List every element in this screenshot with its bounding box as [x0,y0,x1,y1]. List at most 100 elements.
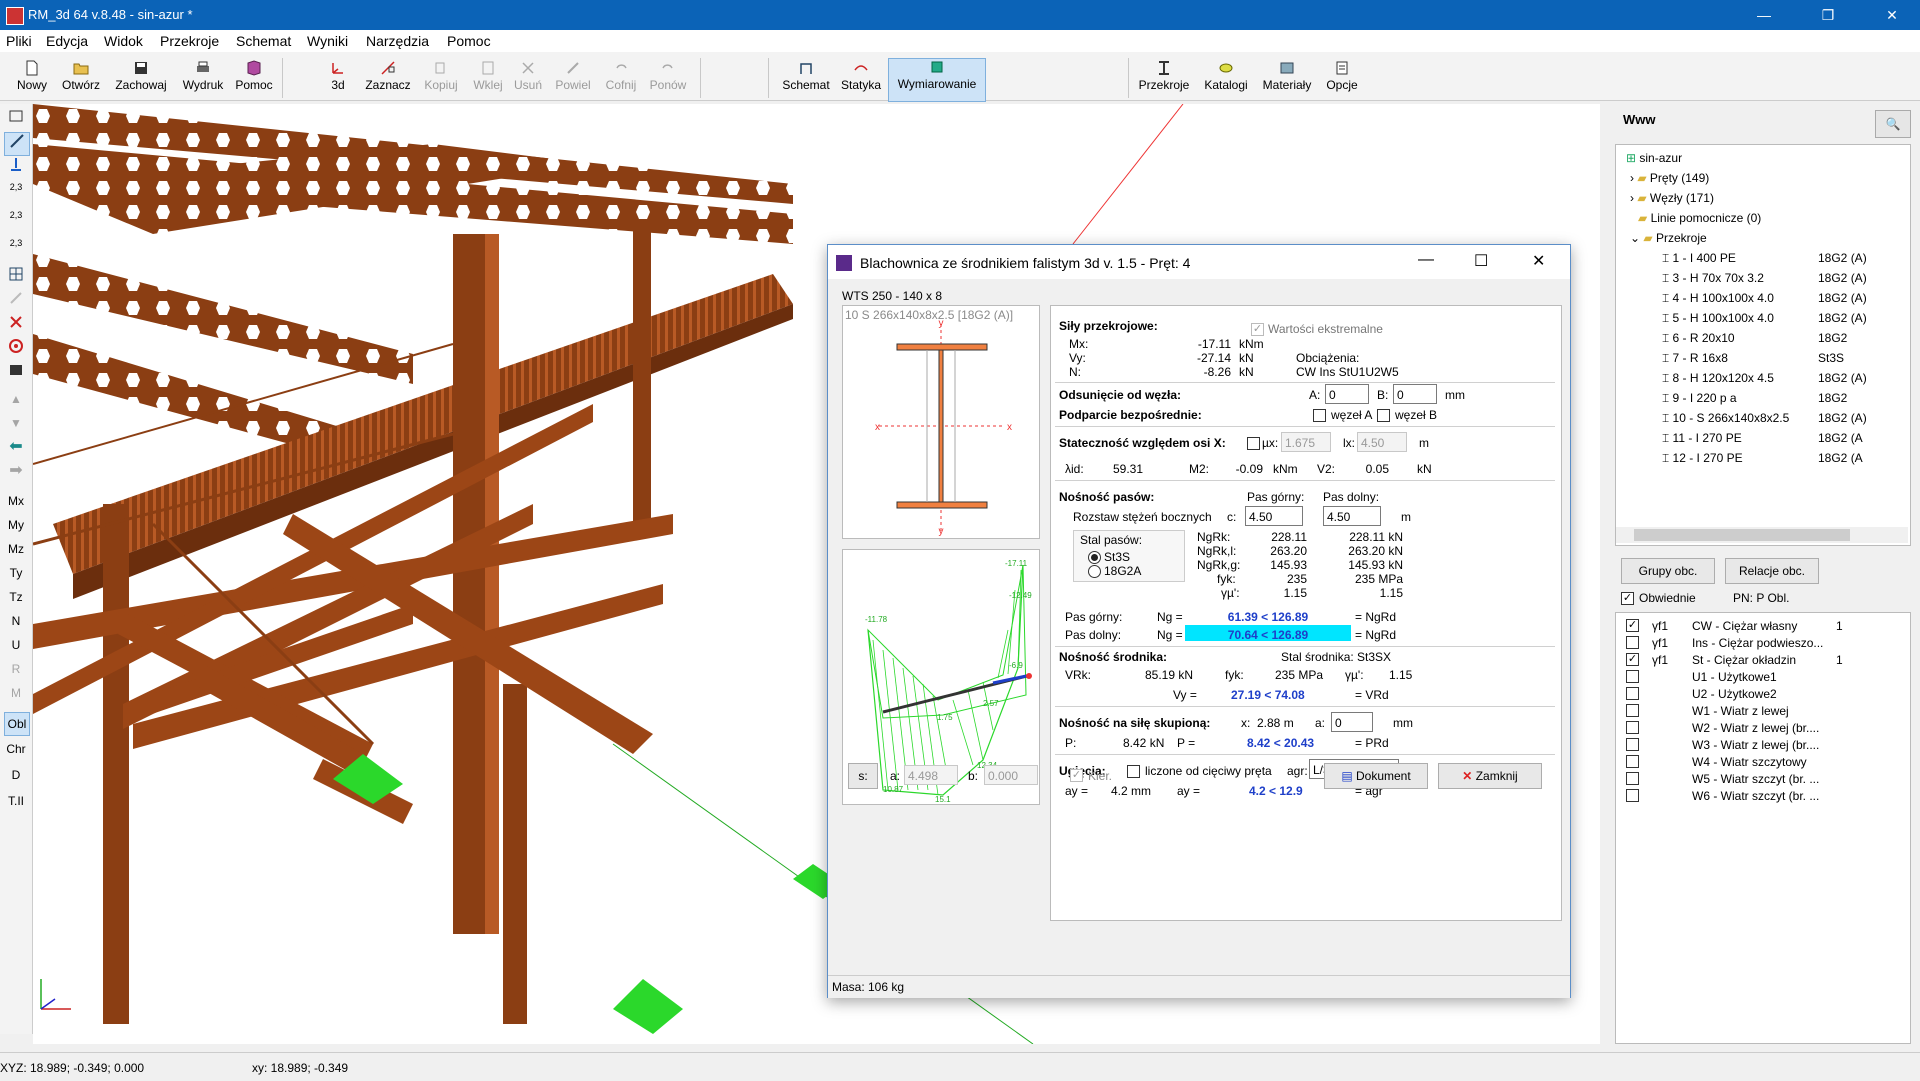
tree-item-sections[interactable]: ⌄ ▰ Przekroje [1630,231,1707,245]
menu-pliki[interactable]: Pliki [6,33,32,49]
tree-section-item[interactable]: ⌶ 12 - I 270 PE 18G2 (A [1662,451,1908,466]
tree-section-item[interactable]: ⌶ 10 - S 266x140x8x2.5 18G2 (A) [1662,411,1908,426]
tree-item-nodes[interactable]: › ▰ Węzły (171) [1630,191,1714,205]
forward-tool[interactable]: ➡ [4,460,28,482]
load-case-checkbox[interactable] [1626,704,1639,717]
st3s-radio[interactable] [1088,551,1101,564]
przekroje-button[interactable]: Przekroje [1136,60,1192,100]
paste-button[interactable]: Wklej [470,60,506,100]
tool-d[interactable]: D [4,764,28,786]
force-a-input[interactable]: 0 [1331,712,1373,732]
delete-node-tool[interactable] [4,314,28,336]
undo-button[interactable]: Cofnij [602,60,640,100]
help-button[interactable]: Pomoc [232,60,276,100]
close-button[interactable]: ✕ [1864,0,1920,30]
open-button[interactable]: Otwórz [58,60,104,100]
mu-checkbox[interactable] [1247,437,1260,450]
tool-tz[interactable]: Tz [4,586,28,608]
load-relations-button[interactable]: Relacje obc. [1725,558,1819,584]
move-down-tool[interactable]: ▼ [4,412,28,434]
calc-tool[interactable] [4,362,28,384]
envelope-checkbox[interactable]: ✓ [1621,592,1634,605]
tool-m[interactable]: M [4,682,28,704]
menu-schemat[interactable]: Schemat [236,33,291,49]
move-up-tool[interactable]: ▲ [4,388,28,410]
new-button[interactable]: Nowy [10,60,54,100]
node-a-checkbox[interactable] [1313,409,1326,422]
view-3d-button[interactable]: 3d [322,60,354,100]
tool-u[interactable]: U [4,634,28,656]
tree-section-item[interactable]: ⌶ 5 - H 100x100x 4.0 18G2 (A) [1662,311,1908,326]
opcje-button[interactable]: Opcje [1322,60,1362,100]
tree-section-item[interactable]: ⌶ 6 - R 20x10 18G2 [1662,331,1908,346]
load-case-checkbox[interactable] [1626,670,1639,683]
tool-my[interactable]: My [4,514,28,536]
menu-narzedzia[interactable]: Narzędzia [366,33,429,49]
load-case-row[interactable]: W6 - Wiatr szczyt (br. ... [1626,787,1918,807]
tree-section-item[interactable]: ⌶ 7 - R 16x8 St3S [1662,351,1908,366]
target-tool[interactable] [4,338,28,360]
tool-n[interactable]: N [4,610,28,632]
load-case-checkbox[interactable] [1626,687,1639,700]
bottom-a-input[interactable]: 4.498 [904,765,958,785]
delete-button[interactable]: Usuń [512,60,544,100]
select-button[interactable]: Zaznacz [364,60,412,100]
tool-obl[interactable]: Obl [4,712,30,736]
tool-mx[interactable]: Mx [4,490,28,512]
katalogi-button[interactable]: Katalogi [1200,60,1252,100]
back-tool[interactable]: ⬅ [4,436,28,458]
c-top-input[interactable]: 4.50 [1245,506,1303,526]
minimize-button[interactable]: — [1736,0,1792,30]
dialog-minimize-button[interactable]: — [1418,251,1434,269]
menu-widok[interactable]: Widok [104,33,143,49]
menu-pomoc[interactable]: Pomoc [447,33,491,49]
lx-input[interactable]: 4.50 [1357,432,1407,452]
tool-r[interactable]: R [4,658,28,680]
load-case-checkbox[interactable]: ✓ [1626,619,1639,632]
dialog-close-button[interactable]: ✕ [1532,251,1545,271]
copy-button[interactable]: Kopiuj [420,60,462,100]
schemat-button[interactable]: Schemat [778,60,834,100]
wymiarowanie-button[interactable]: Wymiarowanie [888,58,986,102]
load-case-checkbox[interactable] [1626,789,1639,802]
load-case-checkbox[interactable] [1626,636,1639,649]
load-case-checkbox[interactable]: ✓ [1626,653,1639,666]
search-button[interactable]: 🔍 [1875,110,1911,138]
menu-przekroje[interactable]: Przekroje [160,33,219,49]
18g2a-radio[interactable] [1088,565,1101,578]
load-case-checkbox[interactable] [1626,738,1639,751]
duplicate-button[interactable]: Powiel [552,60,594,100]
tree-section-item[interactable]: ⌶ 3 - H 70x 70x 3.2 18G2 (A) [1662,271,1908,286]
grid-tool[interactable] [4,266,28,288]
c-bottom-input[interactable]: 4.50 [1323,506,1381,526]
support-tool[interactable] [4,156,28,178]
tool-t2[interactable]: T.II [4,790,28,812]
node-b-checkbox[interactable] [1377,409,1390,422]
offset-b-input[interactable]: 0 [1393,384,1437,404]
tree-root[interactable]: ⊞ sin-azur [1626,151,1682,165]
close-dialog-button[interactable]: ✕ Zamknij [1438,763,1542,789]
scale-tool-3[interactable]: 2,3 [4,238,28,260]
tool-ty[interactable]: Ty [4,562,28,584]
maximize-button[interactable]: ❐ [1800,0,1856,30]
menu-wyniki[interactable]: Wyniki [307,33,348,49]
document-button[interactable]: ▤ Dokument [1324,763,1428,789]
load-case-checkbox[interactable] [1626,755,1639,768]
tree-section-item[interactable]: ⌶ 11 - I 270 PE 18G2 (A [1662,431,1908,446]
chord-checkbox[interactable] [1127,765,1140,778]
dialog-maximize-button[interactable]: ☐ [1474,251,1488,271]
load-case-checkbox[interactable] [1626,721,1639,734]
menu-edycja[interactable]: Edycja [46,33,88,49]
load-case-checkbox[interactable] [1626,772,1639,785]
disabled-tool[interactable] [4,290,28,312]
materialy-button[interactable]: Materiały [1258,60,1316,100]
mu-input[interactable]: 1.675 [1281,432,1331,452]
kier-checkbox[interactable]: ✓ [1070,769,1083,782]
s-button[interactable]: s: [848,763,878,789]
save-button[interactable]: Zachowaj [112,60,170,100]
scale-tool-2[interactable]: 2,3 [4,210,28,232]
view-options-tool[interactable] [4,108,28,130]
member-tool[interactable] [4,132,30,156]
redo-button[interactable]: Ponów [646,60,690,100]
tree-section-item[interactable]: ⌶ 8 - H 120x120x 4.5 18G2 (A) [1662,371,1908,386]
